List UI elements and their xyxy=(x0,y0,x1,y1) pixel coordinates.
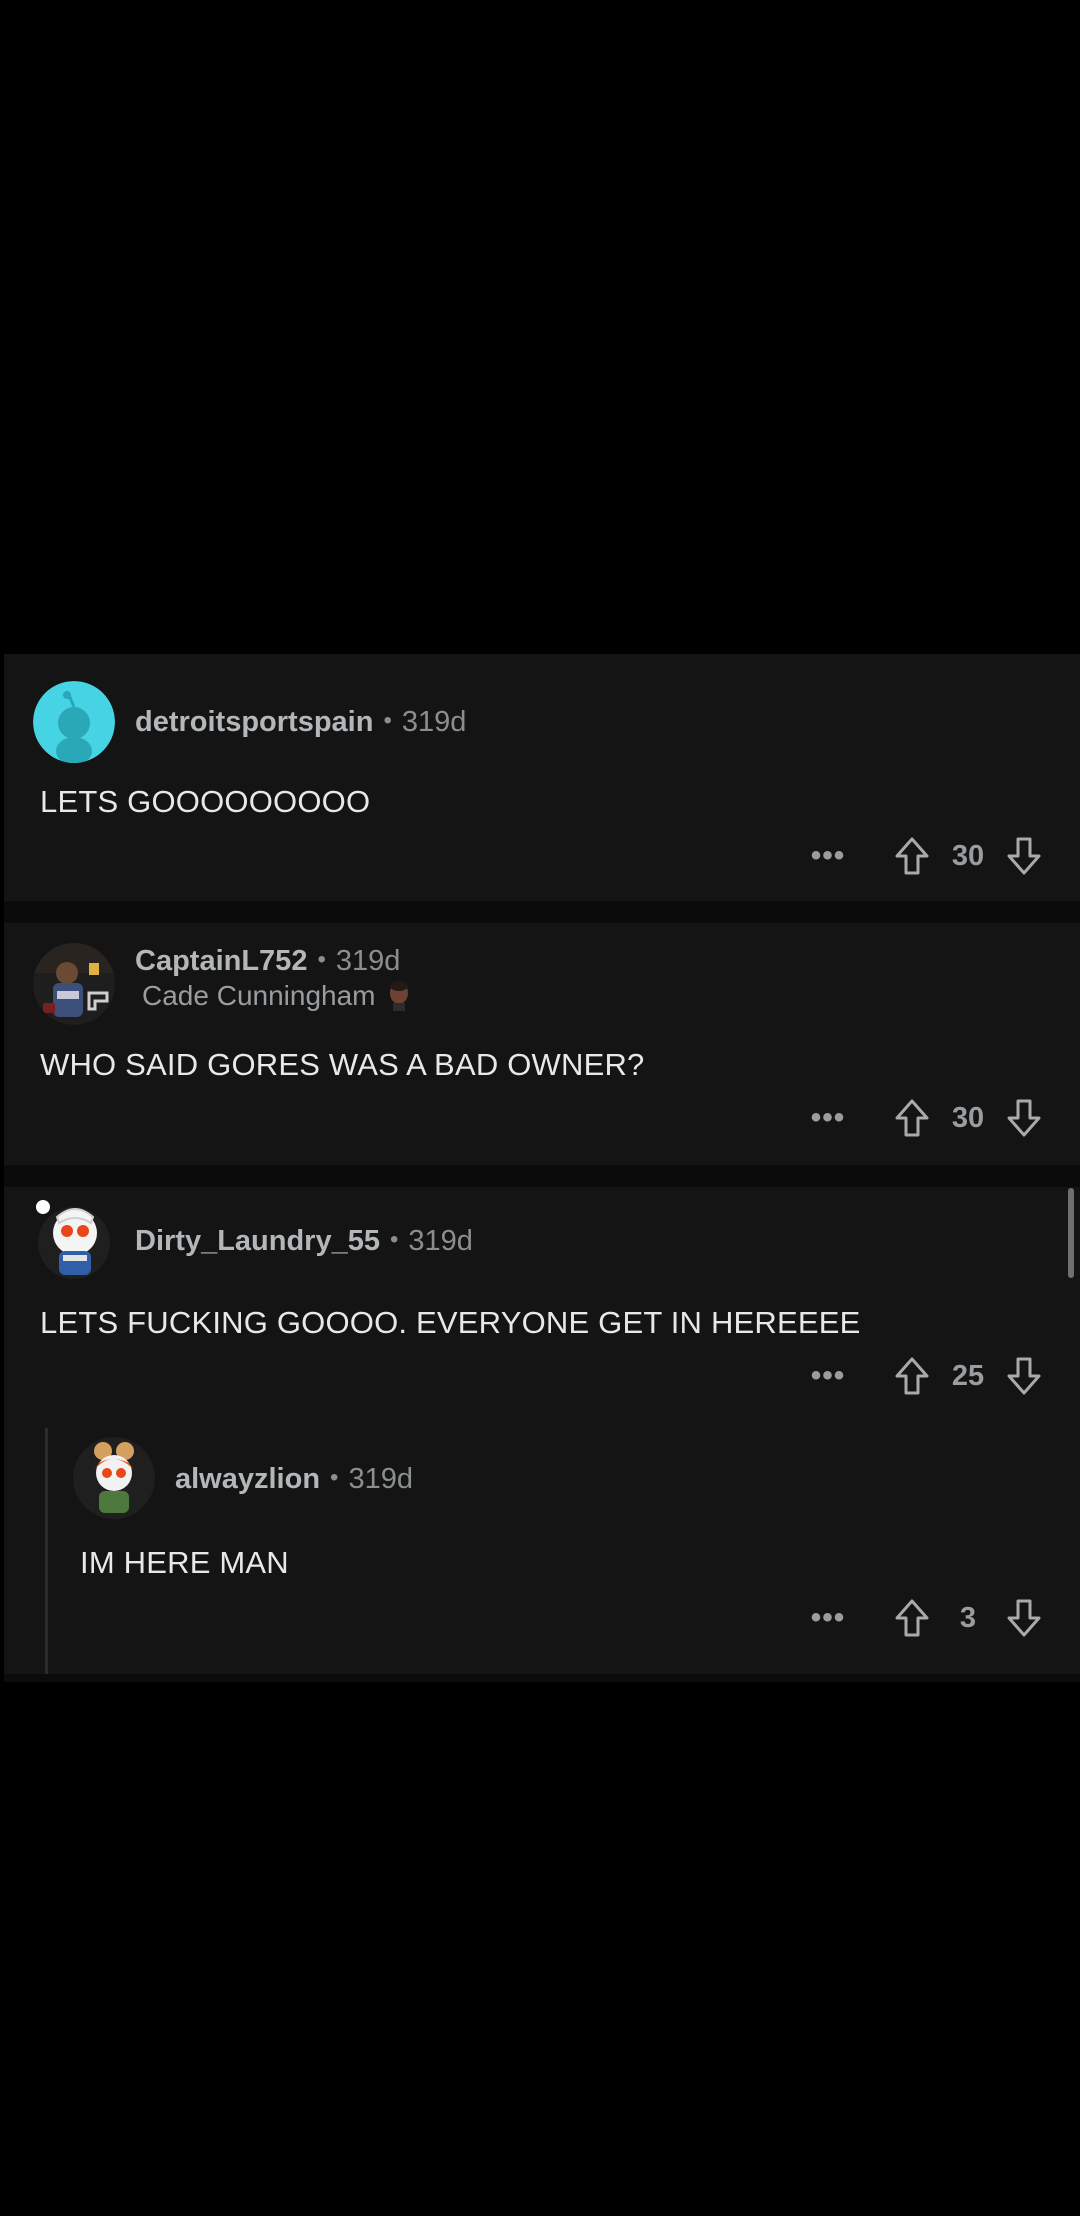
flair-text: Cade Cunningham xyxy=(142,980,376,1011)
comment-actions: ••• 30 xyxy=(808,1096,1044,1140)
vote-score: 25 xyxy=(951,1359,985,1392)
timestamp: 319d xyxy=(348,1463,413,1495)
vote-score: 30 xyxy=(951,1101,985,1134)
username[interactable]: detroitsportspain xyxy=(135,706,373,738)
timestamp: 319d xyxy=(401,706,467,738)
user-flair: Cade Cunningham xyxy=(142,980,412,1012)
scrollbar[interactable] xyxy=(1068,1188,1074,1278)
comment-body: WHO SAID GORES WAS A BAD OWNER? xyxy=(40,1047,645,1082)
comment-body: LETS GOOOOOOOOO xyxy=(40,784,371,819)
comment-meta: detroitsportspain • 319d xyxy=(135,706,466,739)
comment-body: LETS FUCKING GOOOO. EVERYONE GET IN HERE… xyxy=(40,1305,861,1340)
comment-thread: detroitsportspain • 319d LETS GOOOOOOOOO •… xyxy=(4,654,1080,1682)
comment-actions: ••• 25 xyxy=(808,1354,1044,1398)
upvote-arrow-icon[interactable] xyxy=(892,1354,932,1398)
reply-body: IM HERE MAN xyxy=(80,1545,289,1580)
comment: Dirty_Laundry_55 • 319d LETS FUCKING GOOOO… xyxy=(4,1187,1080,1674)
username[interactable]: alwayzlion xyxy=(175,1463,320,1495)
more-options-icon[interactable]: ••• xyxy=(808,1596,848,1640)
timestamp: 319d xyxy=(335,945,401,977)
downvote-arrow-icon[interactable] xyxy=(1004,1096,1044,1140)
comment-actions: ••• 30 xyxy=(808,834,1044,878)
downvote-arrow-icon[interactable] xyxy=(1004,1596,1044,1640)
cade-cunningham-flair-icon xyxy=(386,981,412,1011)
vote-score: 30 xyxy=(951,839,985,872)
comment: CaptainL752 • 319d Cade Cunningham WHO SAI… xyxy=(4,923,1080,1165)
upvote-arrow-icon[interactable] xyxy=(892,834,932,878)
reply-meta: alwayzlion • 319d xyxy=(175,1463,413,1496)
vote-score: 3 xyxy=(959,1601,977,1634)
username[interactable]: Dirty_Laundry_55 xyxy=(135,1225,380,1257)
comment-meta: Dirty_Laundry_55 • 319d xyxy=(135,1225,473,1258)
snoo-default-avatar-icon[interactable] xyxy=(33,681,115,763)
separator-dot: • xyxy=(390,1226,399,1253)
username[interactable]: CaptainL752 xyxy=(135,945,307,977)
separator-dot: • xyxy=(330,1464,339,1491)
separator-dot: • xyxy=(383,707,392,734)
upvote-arrow-icon[interactable] xyxy=(892,1596,932,1640)
timestamp: 319d xyxy=(408,1225,473,1257)
snoo-redhair-avatar-icon[interactable] xyxy=(73,1437,155,1519)
comment-meta: CaptainL752 • 319d xyxy=(135,945,400,978)
downvote-arrow-icon[interactable] xyxy=(1004,1354,1044,1398)
snoo-winter-avatar-icon[interactable] xyxy=(33,1197,115,1279)
reply-thread-line[interactable] xyxy=(45,1428,48,1674)
more-options-icon[interactable]: ••• xyxy=(808,834,848,878)
more-options-icon[interactable]: ••• xyxy=(808,1096,848,1140)
downvote-arrow-icon[interactable] xyxy=(1004,834,1044,878)
player-photo-avatar-icon[interactable] xyxy=(33,943,115,1025)
comment: detroitsportspain • 319d LETS GOOOOOOOOO •… xyxy=(4,654,1080,901)
screen: detroitsportspain • 319d LETS GOOOOOOOOO •… xyxy=(0,0,1080,2216)
more-options-icon[interactable]: ••• xyxy=(808,1354,848,1398)
separator-dot: • xyxy=(317,946,326,973)
reply-actions: ••• 3 xyxy=(808,1596,1044,1640)
upvote-arrow-icon[interactable] xyxy=(892,1096,932,1140)
